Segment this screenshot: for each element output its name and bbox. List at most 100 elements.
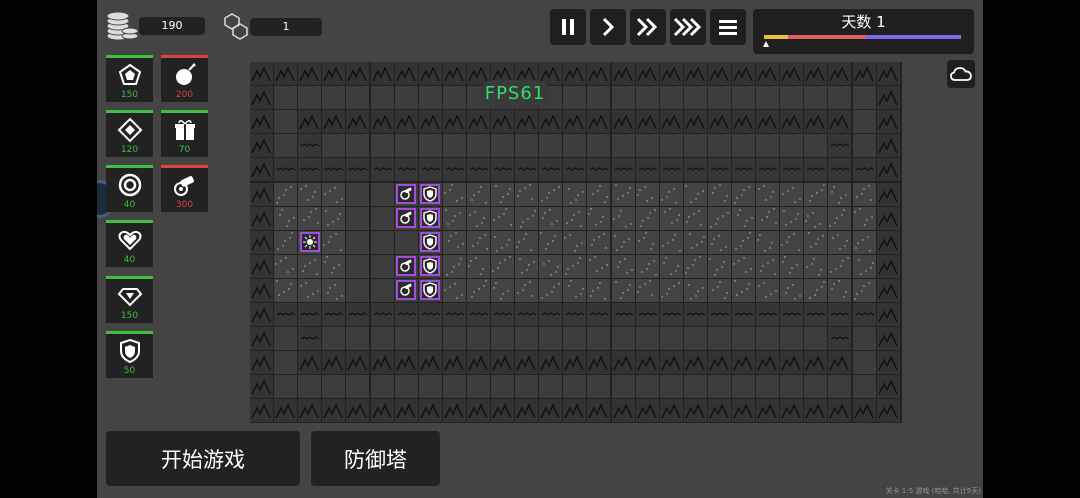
tile-pit[interactable] [563,278,587,302]
tile-pit[interactable] [491,278,514,302]
tile-pit[interactable] [756,230,780,254]
tile-pit[interactable] [539,278,563,302]
tile-water[interactable] [828,134,852,158]
pause-button[interactable] [550,9,586,45]
tile-floor[interactable] [611,327,635,351]
tile-pit[interactable] [611,278,635,302]
tile-floor[interactable] [539,134,563,158]
tile-floor[interactable] [659,375,683,399]
tile-pit[interactable] [442,230,466,254]
tile-water[interactable] [394,158,418,182]
tile-pit[interactable] [466,182,490,206]
tile-pit[interactable] [563,206,587,230]
shield-tower-unit[interactable] [420,184,441,204]
tile-floor[interactable] [346,134,370,158]
tile-water[interactable] [322,303,346,326]
tile-water[interactable] [756,158,780,182]
tile-floor[interactable] [442,327,466,351]
tile-pit[interactable] [298,182,322,206]
tile-floor[interactable] [491,327,514,351]
tile-pit[interactable] [707,230,731,254]
tile-pit[interactable] [852,278,876,302]
tile-pit[interactable] [442,206,466,230]
tile-floor[interactable] [756,375,780,399]
tile-pit[interactable] [515,182,539,206]
tile-pit[interactable] [732,278,755,302]
tile-water[interactable] [515,158,539,182]
tile-floor[interactable] [346,86,370,110]
tower-card-pentagon-wall[interactable]: 150 [106,55,153,102]
tile-floor[interactable] [346,254,370,278]
tile-pit[interactable] [587,278,611,302]
tile-floor[interactable] [274,327,298,351]
shield-tower-unit[interactable] [420,280,441,301]
tile-floor[interactable] [683,86,707,110]
tile-floor[interactable] [707,327,731,351]
tile-water[interactable] [466,303,490,326]
tile-pit[interactable] [322,230,346,254]
tile-pit[interactable] [804,254,828,278]
tile-water[interactable] [298,327,322,351]
tile-floor[interactable] [491,134,514,158]
tile-pit[interactable] [563,254,587,278]
tile-water[interactable] [466,158,490,182]
tile-floor[interactable] [780,134,804,158]
tile-floor[interactable] [346,375,370,399]
tile-floor[interactable] [322,86,346,110]
tile-water[interactable] [683,158,707,182]
tile-floor[interactable] [852,134,876,158]
tile-pit[interactable] [683,182,707,206]
tile-floor[interactable] [587,134,611,158]
tile-floor[interactable] [563,86,587,110]
tile-floor[interactable] [394,230,418,254]
tile-pit[interactable] [780,182,804,206]
tile-pit[interactable] [828,182,852,206]
tile-floor[interactable] [346,206,370,230]
tile-floor[interactable] [756,86,780,110]
tile-floor[interactable] [418,327,442,351]
tile-pit[interactable] [732,182,755,206]
tile-floor[interactable] [683,327,707,351]
tile-pit[interactable] [587,254,611,278]
tile-pit[interactable] [322,278,346,302]
tile-floor[interactable] [418,134,442,158]
fast-forward-button[interactable] [630,9,666,45]
tower-card-heart[interactable]: 40 [106,220,153,267]
tile-floor[interactable] [274,134,298,158]
cannon-tower-unit[interactable] [396,184,417,204]
tile-water[interactable] [418,158,442,182]
tile-floor[interactable] [852,375,876,399]
tile-floor[interactable] [683,134,707,158]
tower-card-gift[interactable]: 70 [161,110,208,157]
tile-pit[interactable] [298,254,322,278]
tile-water[interactable] [659,303,683,326]
fastest-forward-button[interactable] [670,9,706,45]
tile-pit[interactable] [515,278,539,302]
tile-pit[interactable] [491,182,514,206]
core-unit[interactable] [299,232,320,253]
tile-floor[interactable] [298,86,322,110]
tile-pit[interactable] [756,278,780,302]
tile-water[interactable] [274,303,298,326]
tile-pit[interactable] [587,230,611,254]
tile-floor[interactable] [370,327,394,351]
tile-floor[interactable] [852,351,876,375]
tile-pit[interactable] [515,206,539,230]
tile-floor[interactable] [635,327,659,351]
tile-pit[interactable] [804,278,828,302]
tile-pit[interactable] [635,182,659,206]
tile-pit[interactable] [780,278,804,302]
tile-pit[interactable] [683,278,707,302]
tile-pit[interactable] [515,230,539,254]
tile-pit[interactable] [442,254,466,278]
weather-button[interactable] [947,60,975,88]
tile-pit[interactable] [659,278,683,302]
tile-pit[interactable] [587,206,611,230]
tile-floor[interactable] [346,278,370,302]
tile-floor[interactable] [394,134,418,158]
tile-floor[interactable] [370,230,394,254]
tile-water[interactable] [780,303,804,326]
tile-water[interactable] [852,158,876,182]
tile-floor[interactable] [563,134,587,158]
tile-water[interactable] [635,303,659,326]
